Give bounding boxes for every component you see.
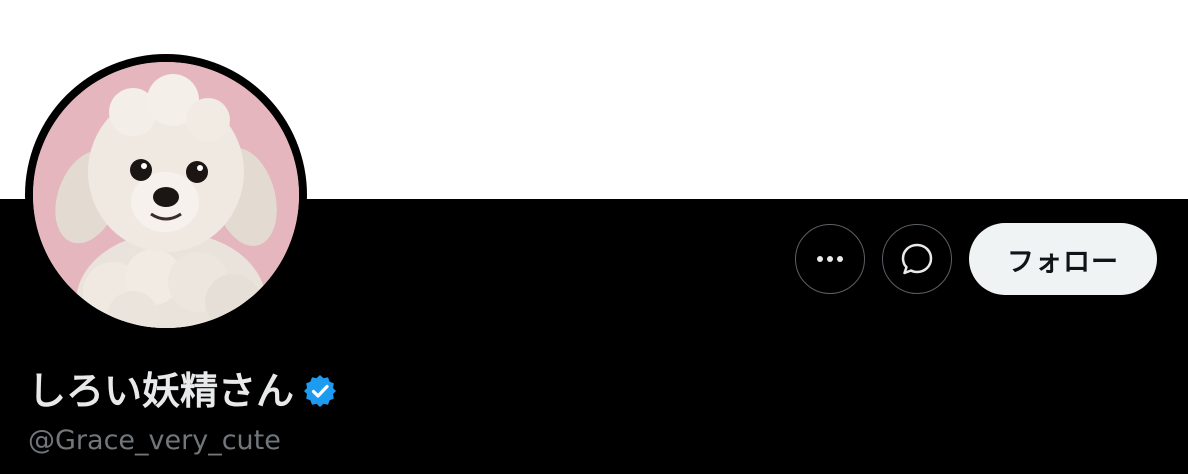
chat-bubble-icon — [901, 243, 933, 275]
verified-badge-icon[interactable] — [302, 372, 340, 410]
poodle-avatar-illustration — [33, 62, 299, 328]
more-button[interactable] — [795, 224, 865, 294]
message-button[interactable] — [882, 224, 952, 294]
follow-button[interactable]: フォロー — [969, 223, 1157, 295]
profile-handle: @Grace_very_cute — [28, 425, 281, 456]
profile-actions: フォロー — [795, 223, 1157, 295]
avatar-image — [33, 62, 299, 328]
display-name: しろい妖精さん — [28, 369, 295, 413]
profile-header: フォロー しろい妖精さん @Grace_very_cute — [0, 0, 1188, 474]
name-row: しろい妖精さん — [28, 366, 340, 416]
profile-avatar[interactable] — [25, 54, 307, 336]
more-horizontal-icon — [817, 256, 843, 262]
